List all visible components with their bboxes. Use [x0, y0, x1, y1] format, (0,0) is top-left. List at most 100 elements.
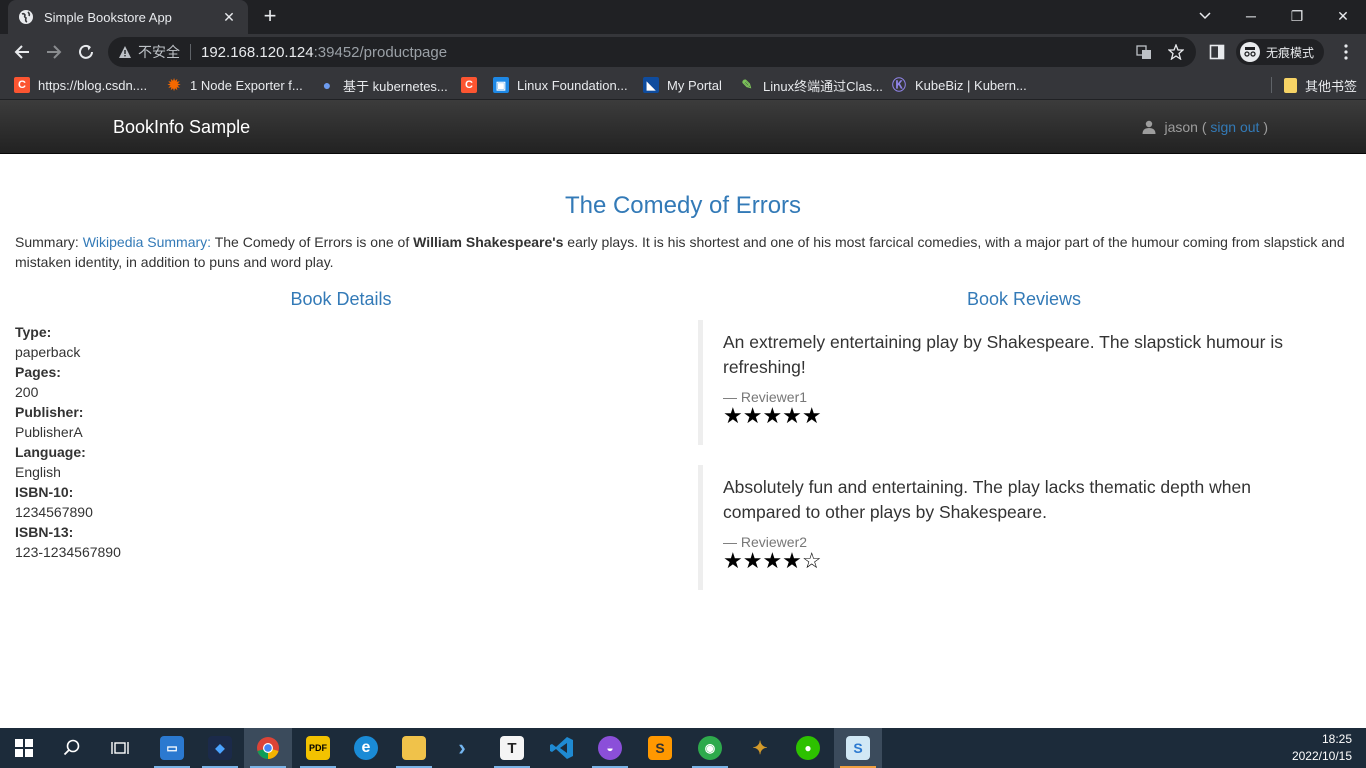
purple-app[interactable]: ◒ — [586, 728, 634, 768]
kebab-menu-icon — [1344, 44, 1348, 60]
side-panel-button[interactable] — [1205, 40, 1229, 64]
search-icon — [63, 739, 80, 756]
security-label[interactable]: 不安全 — [138, 42, 180, 62]
book-details-list: Type: paperback Pages: 200 Publisher: Pu… — [15, 322, 121, 562]
summary-bold: William Shakespeare's — [413, 234, 564, 250]
tab-bookstore[interactable]: Simple Bookstore App ✕ — [8, 0, 248, 34]
xshell-app[interactable]: ◉ — [686, 728, 734, 768]
csdn-icon: C — [461, 77, 477, 93]
system-clock[interactable]: 18:25 2022/10/15 — [1292, 731, 1352, 765]
clock-time: 18:25 — [1321, 732, 1352, 746]
file-explorer-icon — [402, 736, 426, 760]
globe-icon — [19, 10, 33, 24]
tab-strip: Simple Bookstore App ✕ + ─ ❐ ✕ — [0, 0, 1366, 34]
task-view-button[interactable] — [96, 728, 144, 768]
sign-out-link[interactable]: sign out — [1210, 119, 1259, 135]
grafana-icon: ✹ — [167, 77, 181, 94]
address-bar[interactable]: 不安全 192.168.120.124:39452/productpage — [108, 37, 1196, 67]
bookmark-item[interactable]: ✹ 1 Node Exporter f... — [166, 75, 303, 95]
terminal-app[interactable]: ◆ — [196, 728, 244, 768]
new-tab-button[interactable]: + — [258, 5, 282, 29]
review-card: Absolutely fun and entertaining. The pla… — [698, 465, 1338, 590]
url-path: :39452/productpage — [313, 43, 448, 61]
powershell-app[interactable]: › — [438, 728, 486, 768]
bookmark-item[interactable]: ✎ Linux终端通过Clas... — [739, 75, 883, 95]
page-content: The Comedy of Errors Summary: Wikipedia … — [0, 154, 1366, 728]
bookmark-item[interactable]: Chttps://blog.csdn.... — [14, 75, 147, 95]
restore-button[interactable]: ❐ — [1274, 0, 1320, 32]
windows-logo-icon — [15, 739, 33, 757]
bookmark-item[interactable]: ▣ Linux Foundation... — [493, 75, 628, 95]
remote-desktop-icon: ▭ — [160, 736, 184, 760]
review-text: An extremely entertaining play by Shakes… — [723, 332, 1283, 377]
summary-prefix: Summary: — [15, 234, 79, 250]
forward-arrow-icon — [47, 45, 62, 59]
edge-icon: e — [354, 736, 378, 760]
bookmarks-bar: Chttps://blog.csdn.... ✹ 1 Node Exporter … — [0, 70, 1366, 100]
translate-icon[interactable] — [1136, 44, 1152, 60]
book-reviews-heading: Book Reviews — [966, 289, 1082, 309]
wechat-icon: ● — [796, 736, 820, 760]
edge-app[interactable]: e — [342, 728, 390, 768]
detail-label: Publisher: — [15, 404, 84, 420]
review-text: Absolutely fun and entertaining. The pla… — [723, 477, 1251, 522]
windows-taskbar: ▭ ◆ PDF e › T ◒ S ◉ ✦ ● S 18:25 2022/10/… — [0, 728, 1366, 768]
sealos-app[interactable]: S — [834, 728, 882, 768]
incognito-badge[interactable]: 无痕模式 — [1236, 39, 1325, 65]
book-summary: Summary: Wikipedia Summary: The Comedy o… — [15, 232, 1351, 272]
rating-stars: ★★★★★ — [723, 403, 822, 428]
back-button[interactable] — [10, 40, 34, 64]
address-separator — [190, 44, 191, 60]
pdf-reader-icon: PDF — [306, 736, 330, 760]
bookmark-item[interactable]: ◣ My Portal — [643, 75, 722, 95]
csdn-icon: C — [14, 77, 30, 93]
bookmark-item[interactable]: C — [461, 75, 485, 95]
incognito-label: 无痕模式 — [1266, 45, 1315, 60]
sublime-app[interactable]: S — [636, 728, 684, 768]
detail-label: Pages: — [15, 364, 61, 380]
detail-value: 123-1234567890 — [15, 544, 121, 560]
bookmark-star-icon[interactable] — [1168, 44, 1184, 60]
vscode-app[interactable] — [538, 728, 586, 768]
bookmark-item[interactable]: ● 基于 kubernetes... — [319, 75, 448, 95]
paren-close: ) — [1263, 119, 1268, 135]
start-button[interactable] — [0, 728, 48, 768]
reload-button[interactable] — [74, 40, 98, 64]
vscode-icon — [550, 737, 573, 759]
close-window-button[interactable]: ✕ — [1320, 0, 1366, 32]
xftp-app[interactable]: ✦ — [736, 728, 784, 768]
taskbar-search-button[interactable] — [48, 728, 96, 768]
tab-search-chevron-icon[interactable] — [1182, 0, 1228, 32]
user-info: jason ( sign out ) — [1142, 119, 1268, 135]
detail-label: ISBN-13: — [15, 524, 74, 540]
detail-value: 1234567890 — [15, 504, 93, 520]
incognito-icon — [1240, 42, 1260, 62]
detail-label: Type: — [15, 324, 52, 340]
sublime-icon: S — [648, 736, 672, 760]
terminal-cat-icon: ◆ — [208, 736, 232, 760]
menu-button[interactable] — [1334, 40, 1358, 64]
forward-button[interactable] — [42, 40, 66, 64]
browser-toolbar: 不安全 192.168.120.124:39452/productpage 无痕… — [0, 34, 1366, 70]
typora-icon: T — [500, 736, 524, 760]
close-tab-icon[interactable]: ✕ — [220, 9, 238, 26]
brand-link[interactable]: BookInfo Sample — [113, 117, 250, 138]
wechat-app[interactable]: ● — [784, 728, 832, 768]
chrome-app[interactable] — [244, 728, 292, 768]
powershell-icon: › — [458, 735, 466, 760]
reload-icon — [79, 44, 93, 59]
pdf-reader-app[interactable]: PDF — [294, 728, 342, 768]
paren-open: ( — [1201, 119, 1207, 135]
file-explorer-app[interactable] — [390, 728, 438, 768]
portal-icon: ◣ — [643, 77, 659, 93]
book-title: The Comedy of Errors — [564, 192, 802, 219]
typora-app[interactable]: T — [488, 728, 536, 768]
remote-desktop-app[interactable]: ▭ — [148, 728, 196, 768]
minimize-button[interactable]: ─ — [1228, 0, 1274, 32]
review-card: An extremely entertaining play by Shakes… — [698, 320, 1338, 445]
app-purple-icon: ◒ — [598, 736, 622, 760]
bookmark-item[interactable]: Ⓚ KubeBiz | Kubern... — [891, 75, 1027, 95]
wikipedia-summary-link[interactable]: Wikipedia Summary: — [83, 234, 211, 250]
other-bookmarks-folder[interactable]: 其他书签 — [1284, 75, 1357, 95]
leaf-icon: ✎ — [741, 77, 753, 92]
